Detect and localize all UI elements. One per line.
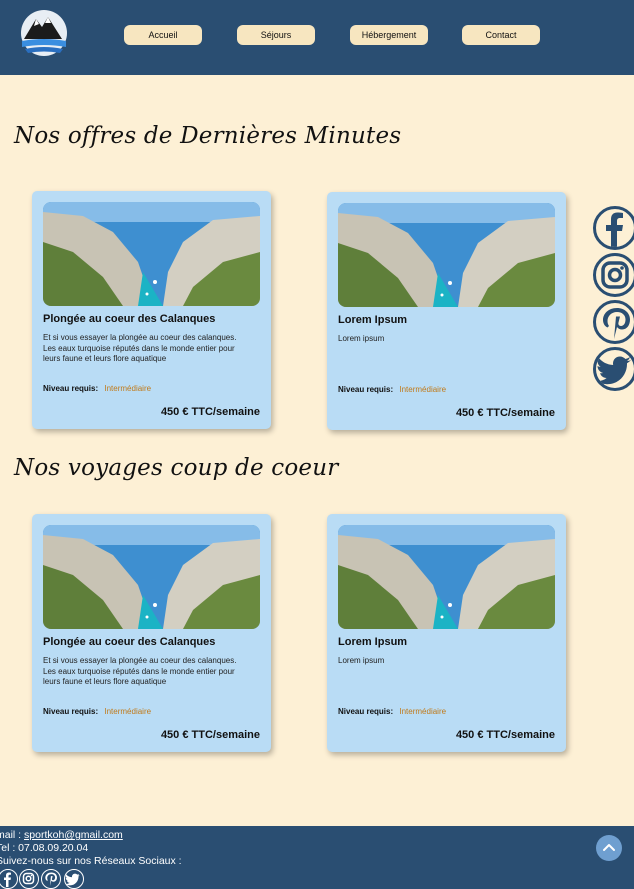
offer-card[interactable]: Plongée au coeur des Calanques Et si vou… — [32, 514, 271, 752]
card-price: 450 € TTC/semaine — [160, 729, 260, 741]
nav-sejours[interactable]: Séjours — [237, 25, 315, 45]
pinterest-icon[interactable] — [593, 300, 634, 344]
footer-email: mail : sportkoh@gmail.com — [0, 829, 123, 841]
calanques-photo — [43, 202, 260, 306]
offer-card[interactable]: Plongée au coeur des Calanques Et si vou… — [32, 191, 271, 429]
level-label: Niveau requis: — [43, 384, 99, 393]
instagram-icon[interactable] — [19, 869, 39, 889]
card-description: Et si vous essayer la plongée au coeur d… — [43, 333, 237, 364]
twitter-icon[interactable] — [64, 869, 84, 889]
scroll-top-button[interactable] — [596, 835, 622, 861]
level-label: Niveau requis: — [43, 707, 99, 716]
footer-phone: Tel : 07.08.09.20.04 — [0, 842, 89, 854]
level-label: Niveau requis: — [338, 707, 394, 716]
facebook-icon[interactable] — [593, 206, 634, 250]
section-title-last-minute: Nos offres de Dernières Minutes — [14, 123, 402, 149]
nav-hebergement[interactable]: Hébergement — [350, 25, 428, 45]
card-title: Lorem Ipsum — [338, 314, 408, 326]
level-value: Intermédiaire — [399, 385, 447, 394]
footer-follow-text: Suivez-nous sur nos Réseaux Sociaux : — [0, 855, 182, 867]
card-level: Niveau requis: Intermédiaire — [43, 384, 151, 393]
pinterest-icon[interactable] — [41, 869, 61, 889]
offer-card[interactable]: Lorem Ipsum Lorem ipsum Niveau requis: I… — [327, 514, 566, 752]
card-price: 450 € TTC/semaine — [455, 729, 555, 741]
card-description: Lorem ipsum — [338, 334, 385, 343]
card-level: Niveau requis: Intermédiaire — [43, 707, 151, 716]
calanques-photo — [338, 203, 555, 307]
card-level: Niveau requis: Intermédiaire — [338, 385, 446, 394]
nav-accueil[interactable]: Accueil — [124, 25, 202, 45]
card-description: Lorem ipsum — [338, 656, 385, 665]
card-description: Et si vous essayer la plongée au coeur d… — [43, 656, 237, 687]
calanques-photo — [43, 525, 260, 629]
level-value: Intermédiaire — [399, 707, 447, 716]
level-label: Niveau requis: — [338, 385, 394, 394]
instagram-icon[interactable] — [593, 253, 634, 297]
level-value: Intermédiaire — [104, 707, 152, 716]
calanques-photo — [338, 525, 555, 629]
card-price: 450 € TTC/semaine — [160, 406, 260, 418]
card-title: Lorem Ipsum — [338, 636, 408, 648]
footer: mail : sportkoh@gmail.com Tel : 07.08.09… — [0, 826, 634, 889]
level-value: Intermédiaire — [104, 384, 152, 393]
card-price: 450 € TTC/semaine — [455, 407, 555, 419]
email-label: mail : — [0, 829, 22, 841]
section-title-favorites: Nos voyages coup de coeur — [14, 455, 339, 481]
header: Accueil Séjours Hébergement Contact — [0, 0, 634, 75]
facebook-icon[interactable] — [0, 869, 18, 889]
card-level: Niveau requis: Intermédiaire — [338, 707, 446, 716]
logo[interactable] — [16, 9, 72, 57]
nav-contact[interactable]: Contact — [462, 25, 540, 45]
card-title: Plongée au coeur des Calanques — [43, 313, 216, 325]
email-link[interactable]: sportkoh@gmail.com — [24, 829, 123, 841]
twitter-icon[interactable] — [593, 347, 634, 391]
offer-card[interactable]: Lorem Ipsum Lorem ipsum Niveau requis: I… — [327, 192, 566, 430]
card-title: Plongée au coeur des Calanques — [43, 636, 216, 648]
chevron-up-icon — [603, 844, 615, 851]
